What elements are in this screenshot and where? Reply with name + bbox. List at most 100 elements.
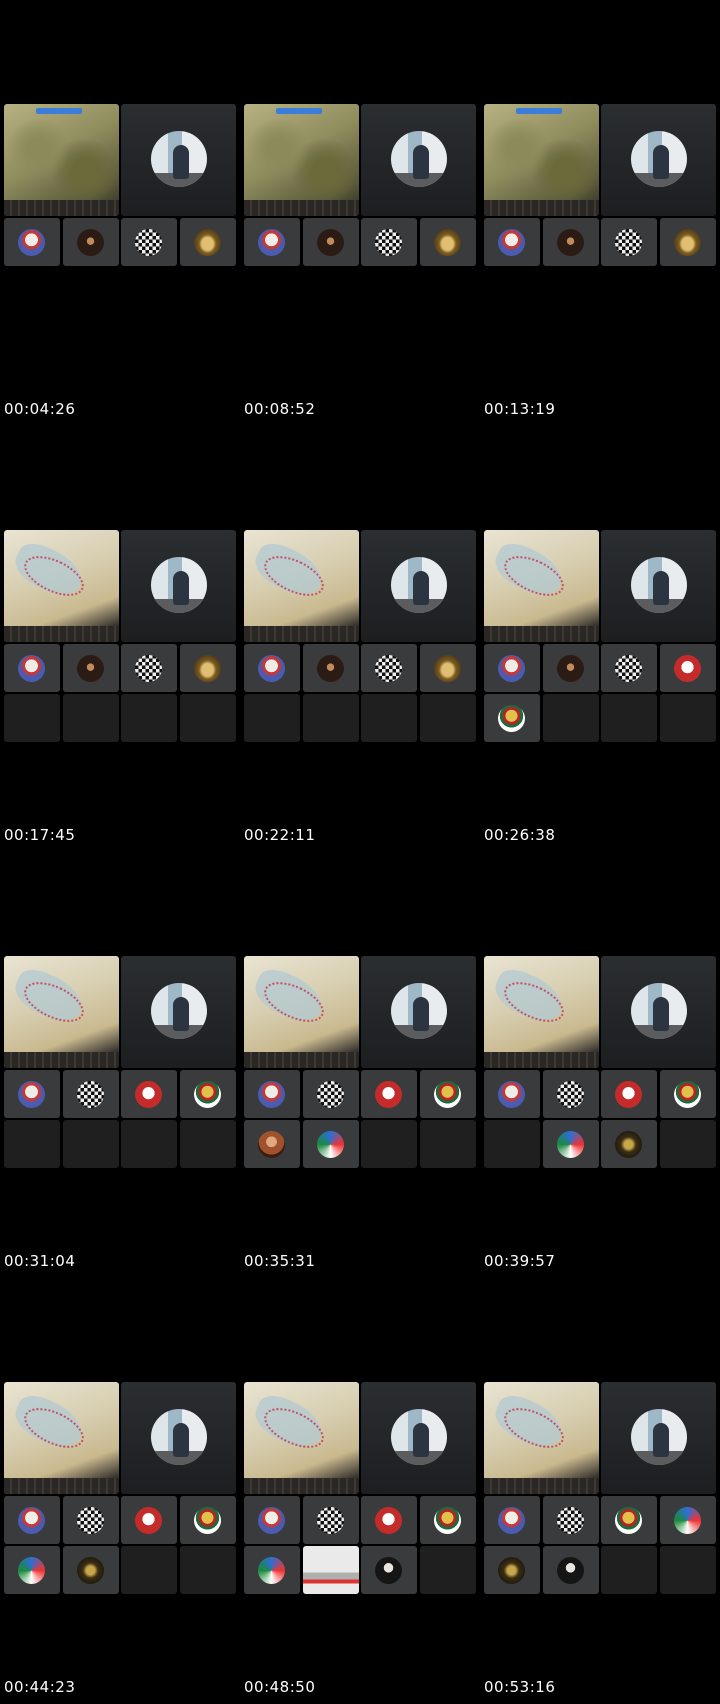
speaker-person	[653, 571, 669, 605]
thumbnail-timestamp: 00:48:50	[244, 1678, 316, 1696]
participant-tile	[484, 1070, 540, 1118]
thumbnail-11[interactable]: 00:48:50	[240, 1278, 476, 1704]
thumbnail-timestamp: 00:44:23	[4, 1678, 76, 1696]
gold-avatar	[193, 655, 221, 682]
laptop-keyboard	[244, 200, 359, 216]
flag-person-avatar	[498, 655, 525, 682]
participant-tile	[659, 218, 716, 266]
dark-person-avatar	[76, 229, 104, 256]
participant-tile	[361, 1070, 417, 1118]
active-speaker-tile	[121, 104, 236, 216]
thumbnail-timestamp: 00:17:45	[4, 826, 76, 844]
participant-tile	[244, 1546, 300, 1594]
speaker-avatar	[391, 131, 447, 187]
participant-video-tile	[302, 1546, 359, 1594]
thumbnail-timestamp: 00:35:31	[244, 1252, 316, 1270]
speaker-avatar	[151, 983, 207, 1039]
flag-person-avatar	[18, 655, 45, 682]
gold-dark-avatar	[615, 1131, 642, 1158]
empty-participant-tile	[121, 1120, 177, 1168]
thumbnail-3[interactable]: 00:13:19	[480, 0, 716, 426]
flag-person-avatar	[18, 1081, 45, 1108]
speaker-person	[413, 1423, 429, 1457]
participant-tile	[484, 218, 540, 266]
participant-tile	[302, 218, 359, 266]
participant-tile	[601, 218, 657, 266]
screen-banner	[36, 108, 82, 114]
participant-tile	[601, 1496, 657, 1544]
participant-tile	[302, 1120, 359, 1168]
speaker-avatar	[391, 983, 447, 1039]
pattern-avatar	[556, 1507, 584, 1534]
speaker-person	[653, 145, 669, 179]
shared-screen-tile	[4, 956, 119, 1068]
participant-tile	[62, 1070, 119, 1118]
empty-participant-tile	[179, 694, 236, 742]
flag-person-avatar	[258, 1507, 285, 1534]
thumbnail-6[interactable]: 00:26:38	[480, 426, 716, 852]
participant-tile	[121, 1070, 177, 1118]
participant-tile	[419, 644, 476, 692]
participant-tile	[542, 218, 599, 266]
participant-tile	[62, 644, 119, 692]
red-person-avatar	[673, 655, 701, 682]
pattern-avatar	[615, 229, 642, 256]
participant-tile	[179, 644, 236, 692]
participant-tile	[244, 1120, 300, 1168]
participant-tile	[542, 1546, 599, 1594]
thumbnail-5[interactable]: 00:22:11	[240, 426, 476, 852]
speaker-person	[653, 997, 669, 1031]
meeting-frame	[244, 530, 476, 742]
empty-participant-tile	[121, 694, 177, 742]
flag-person-avatar	[498, 1507, 525, 1534]
participant-tile	[484, 694, 540, 742]
speaker-avatar	[151, 1409, 207, 1465]
shared-screen-tile	[4, 1382, 119, 1494]
speaker-person	[173, 1423, 189, 1457]
participant-tile	[419, 218, 476, 266]
gold-avatar	[673, 229, 701, 256]
thumbnail-2[interactable]: 00:08:52	[240, 0, 476, 426]
laptop-keyboard	[4, 200, 119, 216]
thumbnail-8[interactable]: 00:35:31	[240, 852, 476, 1278]
participant-tile	[361, 644, 417, 692]
meeting-frame	[244, 956, 476, 1168]
emblem-avatar	[193, 1507, 221, 1534]
participant-tile	[361, 1546, 417, 1594]
red-person-avatar	[615, 1081, 642, 1108]
participant-tile	[121, 218, 177, 266]
participant-tile	[62, 1546, 119, 1594]
gold-avatar	[433, 655, 461, 682]
red-person-avatar	[375, 1081, 402, 1108]
shared-screen-tile	[484, 104, 599, 216]
emblem-avatar	[433, 1081, 461, 1108]
thumbnail-10[interactable]: 00:44:23	[0, 1278, 236, 1704]
speaker-person	[173, 997, 189, 1031]
active-speaker-tile	[361, 1382, 476, 1494]
active-speaker-tile	[121, 530, 236, 642]
emblem-avatar	[433, 1507, 461, 1534]
emblem-avatar	[193, 1081, 221, 1108]
thumbnail-9[interactable]: 00:39:57	[480, 852, 716, 1278]
ribbon-avatar	[18, 1557, 45, 1584]
shared-screen-tile	[244, 956, 359, 1068]
empty-participant-tile	[179, 1120, 236, 1168]
dark-person-avatar	[556, 229, 584, 256]
empty-participant-tile	[659, 694, 716, 742]
participant-tile	[62, 1496, 119, 1544]
empty-participant-tile	[601, 1546, 657, 1594]
empty-participant-tile	[542, 694, 599, 742]
flag-person-avatar	[498, 229, 525, 256]
participant-tile	[361, 1496, 417, 1544]
thumbnail-4[interactable]: 00:17:45	[0, 426, 236, 852]
laptop-keyboard	[484, 1478, 599, 1494]
red-person-avatar	[135, 1507, 162, 1534]
empty-participant-tile	[361, 1120, 417, 1168]
thumbnail-7[interactable]: 00:31:04	[0, 852, 236, 1278]
thumbnail-12[interactable]: 00:53:16	[480, 1278, 716, 1704]
meeting-frame	[484, 1382, 716, 1594]
thumbnail-timestamp: 00:39:57	[484, 1252, 556, 1270]
empty-participant-tile	[179, 1546, 236, 1594]
thumbnail-1[interactable]: 00:04:26	[0, 0, 236, 426]
participant-tile	[659, 1496, 716, 1544]
